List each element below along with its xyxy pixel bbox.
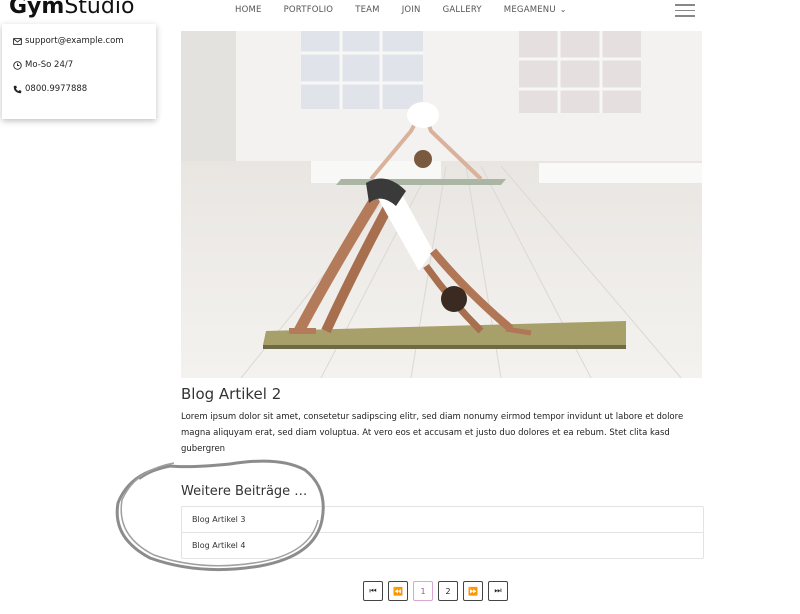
last-page-button[interactable]: ⏭ (488, 581, 508, 601)
brand-bold: Gym (9, 0, 65, 19)
brand-light: Studio (64, 0, 135, 19)
nav-item-team[interactable]: TEAM (355, 5, 380, 15)
list-item[interactable]: Blog Artikel 4 (182, 533, 703, 558)
prev-page-icon: ⏪ (393, 586, 403, 596)
nav-item-join[interactable]: JOIN (402, 5, 421, 15)
phone-icon (13, 85, 22, 93)
last-page-icon: ⏭ (494, 586, 502, 595)
nav-item-portfolio[interactable]: PORTFOLIO (284, 5, 334, 15)
contact-card: support@example.com Mo-So 24/7 0800.9977… (2, 24, 156, 119)
page-2-button[interactable]: 2 (438, 581, 458, 601)
clock-icon (13, 60, 22, 70)
next-page-icon: ⏩ (468, 586, 478, 596)
brand-logo[interactable]: GymStudio (9, 0, 134, 19)
nav-item-megamenu-label: MEGAMENU (503, 5, 556, 15)
contact-hours: Mo-So 24/7 (25, 60, 74, 70)
list-item[interactable]: Blog Artikel 3 (182, 507, 703, 533)
post-text: Lorem ipsum dolor sit amet, consetetur s… (181, 412, 684, 454)
contact-phone-row[interactable]: 0800.9977888 (13, 84, 87, 94)
envelope-icon (13, 37, 22, 45)
post-title: Blog Artikel 2 (181, 385, 282, 403)
contact-email: support@example.com (25, 36, 124, 46)
contact-hours-row: Mo-So 24/7 (13, 60, 73, 70)
page-1-button[interactable]: 1 (413, 581, 433, 601)
nav-item-home[interactable]: HOME (235, 5, 262, 15)
hamburger-menu-icon[interactable] (675, 4, 695, 18)
more-posts-heading: Weitere Beiträge … (181, 484, 308, 499)
more-posts-list: Blog Artikel 3 Blog Artikel 4 (181, 506, 704, 559)
main-nav: HOME PORTFOLIO TEAM JOIN GALLERY MEGAMEN… (235, 5, 589, 15)
next-page-button[interactable]: ⏩ (463, 581, 483, 601)
contact-phone: 0800.9977888 (25, 84, 88, 94)
yoga-hero-image (181, 31, 702, 378)
contact-email-row[interactable]: support@example.com (13, 36, 124, 46)
pagination: ⏮ ⏪ 1 2 ⏩ ⏭ (363, 581, 508, 601)
nav-item-gallery[interactable]: GALLERY (443, 5, 482, 15)
first-page-button[interactable]: ⏮ (363, 581, 383, 601)
prev-page-button[interactable]: ⏪ (388, 581, 408, 601)
chevron-down-icon: ⌄ (559, 5, 567, 14)
first-page-icon: ⏮ (369, 586, 377, 595)
nav-item-megamenu[interactable]: MEGAMENU ⌄ (504, 5, 567, 15)
